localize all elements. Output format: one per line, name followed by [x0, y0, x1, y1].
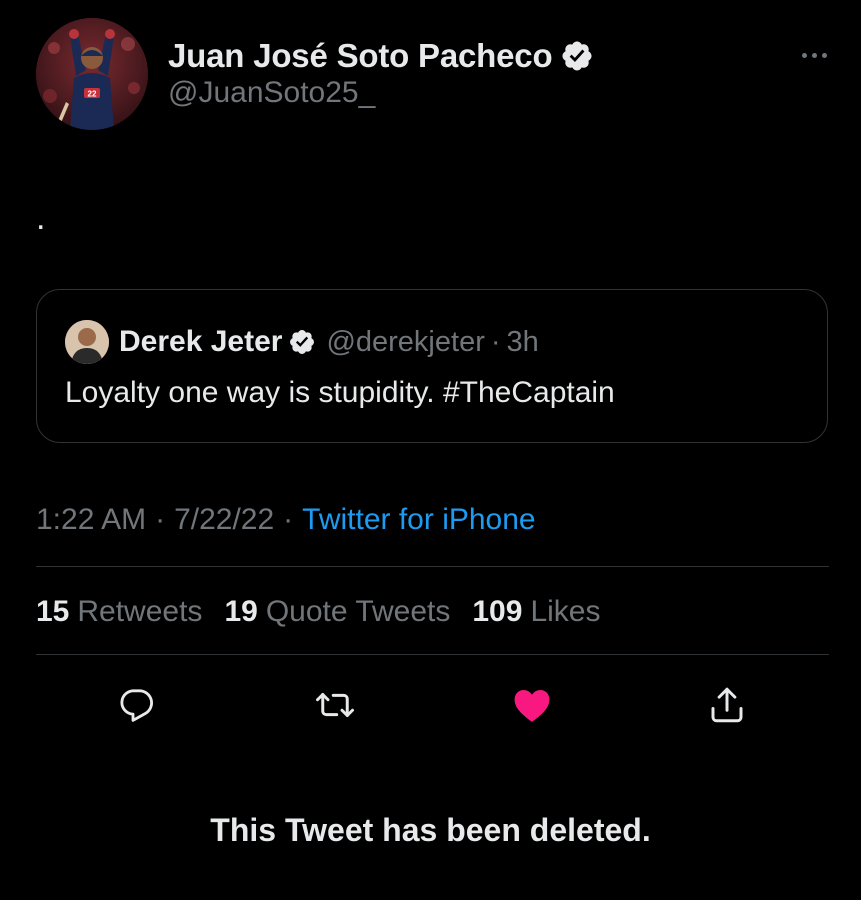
meta-separator: · — [155, 503, 166, 536]
like-button[interactable] — [510, 683, 554, 727]
share-button[interactable] — [705, 683, 749, 727]
divider — [36, 566, 829, 567]
tweet-text: . — [36, 199, 46, 237]
tweet-meta: 1:22 AM · 7/22/22 · Twitter for iPhone — [36, 500, 536, 540]
verified-badge-icon — [562, 41, 592, 71]
quoted-author-avatar[interactable] — [65, 320, 109, 364]
author-avatar-image: 22 — [36, 18, 148, 130]
quoted-tweet-time[interactable]: 3h — [507, 326, 539, 359]
quote-tweets-count: 19 — [224, 595, 258, 628]
quoted-author-handle[interactable]: @derekjeter — [326, 326, 484, 359]
retweet-icon — [316, 693, 354, 717]
divider — [36, 654, 829, 655]
tweet-source-link[interactable]: Twitter for iPhone — [302, 503, 535, 537]
quoted-tweet-header: Derek Jeter @derekjeter · 3h — [65, 318, 539, 366]
tweet-stats: 15 Retweets 19 Quote Tweets 109 Likes — [36, 592, 622, 632]
retweets-count: 15 — [36, 595, 70, 628]
tweet-deleted-notice: This Tweet has been deleted. — [210, 812, 651, 848]
quoted-verified-badge-icon — [290, 330, 315, 354]
tweet-time[interactable]: 1:22 AM — [36, 503, 146, 537]
reply-button[interactable] — [115, 683, 159, 727]
likes-count: 109 — [472, 595, 523, 628]
reply-icon — [120, 689, 153, 722]
quoted-tweet-card[interactable]: Derek Jeter @derekjeter · 3h Loyalty one… — [36, 289, 828, 443]
likes-stat[interactable]: 109 Likes — [472, 595, 600, 629]
author-handle[interactable]: @JuanSoto25_ — [168, 76, 375, 110]
quote-tweets-stat[interactable]: 19 Quote Tweets — [224, 595, 450, 629]
likes-label: Likes — [530, 595, 601, 628]
svg-text:22: 22 — [88, 90, 97, 99]
quote-tweets-label: Quote Tweets — [265, 595, 451, 628]
retweets-stat[interactable]: 15 Retweets — [36, 595, 202, 629]
author-name-row: Juan José Soto Pacheco — [168, 34, 594, 78]
quoted-author-avatar-image — [65, 320, 109, 364]
tweet-date[interactable]: 7/22/22 — [174, 503, 274, 537]
retweets-label: Retweets — [77, 595, 203, 628]
meta-separator: · — [283, 503, 294, 536]
quoted-author-name[interactable]: Derek Jeter — [119, 325, 282, 359]
retweet-button[interactable] — [313, 683, 357, 727]
author-name[interactable]: Juan José Soto Pacheco — [168, 37, 553, 75]
more-options-icon[interactable] — [802, 48, 827, 62]
author-avatar[interactable]: 22 — [36, 18, 148, 130]
quoted-dot-separator: · — [490, 325, 501, 358]
quoted-tweet-text: Loyalty one way is stupidity. #TheCaptai… — [65, 376, 615, 409]
heart-filled-icon — [514, 689, 550, 722]
share-icon — [711, 687, 743, 723]
